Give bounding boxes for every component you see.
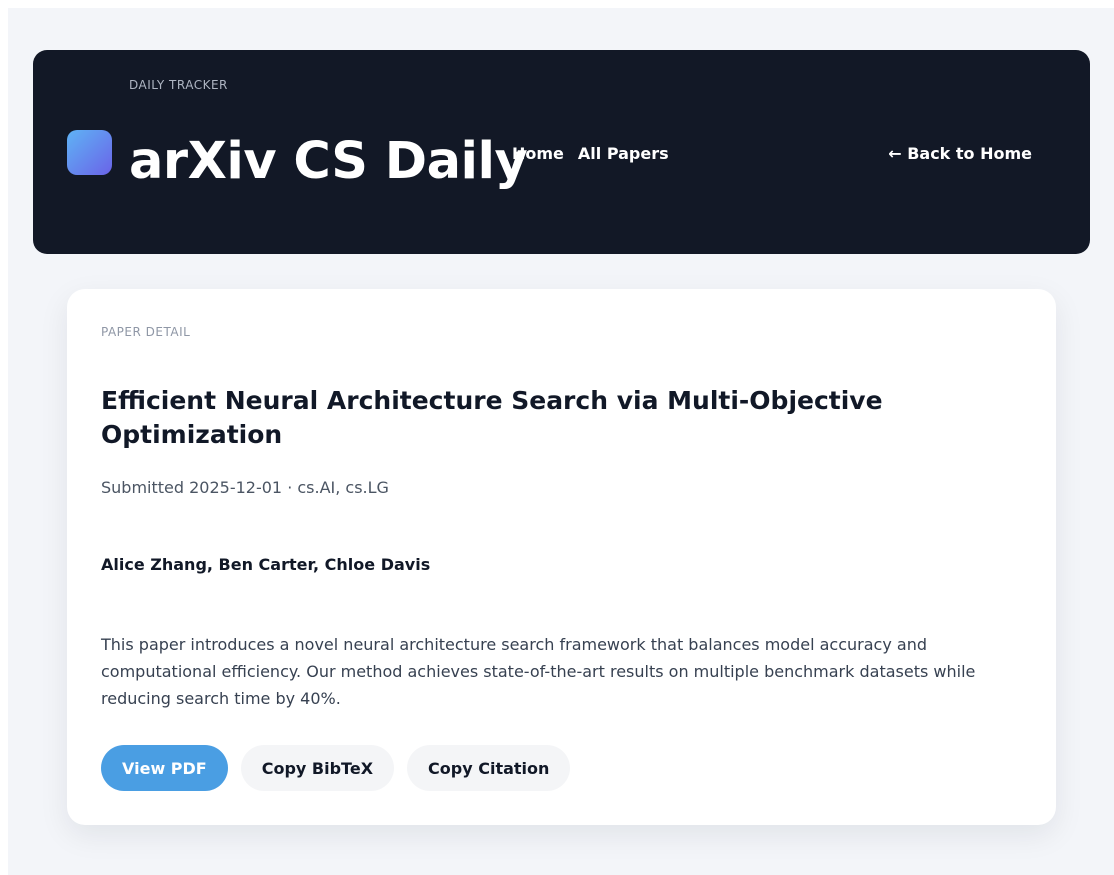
paper-detail-card: PAPER DETAIL Efficient Neural Architectu… [67, 289, 1056, 825]
top-nav: Home All Papers [512, 144, 669, 163]
copy-citation-button[interactable]: Copy Citation [407, 745, 571, 791]
paper-meta: Submitted 2025-12-01 · cs.AI, cs.LG [101, 478, 389, 497]
back-to-home-link[interactable]: ← Back to Home [888, 144, 1032, 163]
paper-actions: View PDF Copy BibTeX Copy Citation [101, 745, 571, 791]
site-title: arXiv CS Daily [129, 132, 528, 191]
view-pdf-button[interactable]: View PDF [101, 745, 228, 791]
nav-home[interactable]: Home [512, 144, 564, 163]
tracker-label: DAILY TRACKER [129, 78, 228, 92]
paper-abstract: This paper introduces a novel neural arc… [101, 635, 976, 708]
copy-bibtex-button[interactable]: Copy BibTeX [240, 745, 395, 791]
nav-all-papers[interactable]: All Papers [578, 144, 669, 163]
paper-authors: Alice Zhang, Ben Carter, Chloe Davis [101, 555, 431, 574]
paper-title: Efficient Neural Architecture Search via… [101, 386, 883, 449]
logo-icon [67, 130, 112, 175]
section-label: PAPER DETAIL [101, 325, 191, 339]
site-header: DAILY TRACKER arXiv CS Daily Home All Pa… [33, 50, 1090, 254]
